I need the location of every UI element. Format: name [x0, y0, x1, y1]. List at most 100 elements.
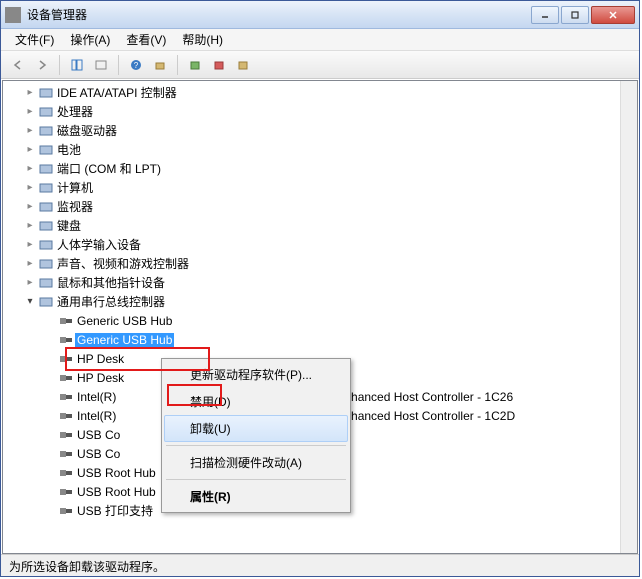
expander-icon[interactable]: [23, 295, 37, 309]
window-buttons: [529, 6, 635, 24]
device-icon: [39, 296, 53, 308]
uninstall-icon: [212, 58, 226, 72]
expander-icon[interactable]: [23, 143, 37, 157]
device-icon: [39, 125, 53, 137]
device-label: USB Root Hub: [75, 485, 158, 499]
help-button[interactable]: ?: [125, 54, 147, 76]
usb-icon: [59, 353, 73, 365]
device-icon-slot: [37, 161, 55, 177]
arrow-right-icon: [35, 58, 49, 72]
toolbar-separator: [177, 55, 178, 75]
disable-button[interactable]: [232, 54, 254, 76]
expander-icon[interactable]: [23, 124, 37, 138]
device-icon-slot: [37, 142, 55, 158]
device-icon: [39, 163, 53, 175]
device-icon: [39, 182, 53, 194]
device-category[interactable]: 磁盘驱动器: [3, 121, 637, 140]
device-label: 电池: [55, 141, 83, 158]
svg-text:?: ?: [134, 61, 139, 70]
device-category[interactable]: IDE ATA/ATAPI 控制器: [3, 83, 637, 102]
device-category[interactable]: 监视器: [3, 197, 637, 216]
usb-icon: [59, 334, 73, 346]
titlebar: 设备管理器: [1, 1, 639, 29]
context-uninstall[interactable]: 卸载(U): [164, 415, 348, 442]
expander-placeholder: [43, 485, 57, 499]
app-icon: [5, 7, 21, 23]
toolbar-separator: [118, 55, 119, 75]
device-icon-slot: [57, 503, 75, 519]
device-label: 端口 (COM 和 LPT): [55, 160, 163, 177]
device-icon: [39, 277, 53, 289]
device-icon-slot: [37, 256, 55, 272]
device-category[interactable]: 端口 (COM 和 LPT): [3, 159, 637, 178]
device-icon: [39, 220, 53, 232]
device-icon-slot: [37, 218, 55, 234]
menu-view[interactable]: 查看(V): [118, 29, 174, 50]
device-category[interactable]: 处理器: [3, 102, 637, 121]
device-icon-slot: [57, 370, 75, 386]
show-hide-tree-button[interactable]: [66, 54, 88, 76]
device-category[interactable]: 鼠标和其他指针设备: [3, 273, 637, 292]
statusbar: 为所选设备卸载该驱动程序。: [1, 554, 639, 576]
device-label: 处理器: [55, 103, 95, 120]
tree-icon: [70, 58, 84, 72]
uninstall-button[interactable]: [208, 54, 230, 76]
device-icon: [39, 87, 53, 99]
close-button[interactable]: [591, 6, 635, 24]
device-label: 键盘: [55, 217, 83, 234]
expander-icon[interactable]: [23, 219, 37, 233]
context-separator: [166, 445, 346, 446]
back-button[interactable]: [7, 54, 29, 76]
context-disable[interactable]: 禁用(D): [164, 388, 348, 415]
device-icon-slot: [37, 199, 55, 215]
vertical-scrollbar[interactable]: [620, 81, 637, 553]
menu-file[interactable]: 文件(F): [7, 29, 62, 50]
context-menu: 更新驱动程序软件(P)... 禁用(D) 卸载(U) 扫描检测硬件改动(A) 属…: [161, 358, 351, 513]
usb-icon: [59, 391, 73, 403]
device-label: USB Root Hub: [75, 466, 158, 480]
expander-icon[interactable]: [23, 86, 37, 100]
update-icon: [188, 58, 202, 72]
properties-toolbar-button[interactable]: [90, 54, 112, 76]
expander-placeholder: [43, 447, 57, 461]
device-node[interactable]: Generic USB Hub: [3, 311, 637, 330]
expander-placeholder: [43, 371, 57, 385]
context-properties[interactable]: 属性(R): [164, 483, 348, 510]
expander-placeholder: [43, 352, 57, 366]
expander-placeholder: [43, 504, 57, 518]
device-category[interactable]: 通用串行总线控制器: [3, 292, 637, 311]
context-scan-hardware[interactable]: 扫描检测硬件改动(A): [164, 449, 348, 476]
device-icon: [39, 258, 53, 270]
expander-icon[interactable]: [23, 181, 37, 195]
device-category[interactable]: 人体学输入设备: [3, 235, 637, 254]
device-label: 监视器: [55, 198, 95, 215]
usb-icon: [59, 372, 73, 384]
context-update-driver[interactable]: 更新驱动程序软件(P)...: [164, 361, 348, 388]
device-label: 声音、视频和游戏控制器: [55, 255, 191, 272]
minimize-icon: [540, 10, 550, 20]
expander-icon[interactable]: [23, 200, 37, 214]
menu-action[interactable]: 操作(A): [62, 29, 118, 50]
expander-icon[interactable]: [23, 276, 37, 290]
expander-placeholder: [43, 314, 57, 328]
menu-help[interactable]: 帮助(H): [174, 29, 231, 50]
context-separator: [166, 479, 346, 480]
minimize-button[interactable]: [531, 6, 559, 24]
device-category[interactable]: 声音、视频和游戏控制器: [3, 254, 637, 273]
expander-icon[interactable]: [23, 105, 37, 119]
update-button[interactable]: [184, 54, 206, 76]
expander-icon[interactable]: [23, 238, 37, 252]
expander-icon[interactable]: [23, 162, 37, 176]
forward-button[interactable]: [31, 54, 53, 76]
device-icon-slot: [57, 484, 75, 500]
expander-icon[interactable]: [23, 257, 37, 271]
device-category[interactable]: 键盘: [3, 216, 637, 235]
maximize-button[interactable]: [561, 6, 589, 24]
device-label: 人体学输入设备: [55, 236, 143, 253]
device-node[interactable]: Generic USB Hub: [3, 330, 637, 349]
usb-icon: [59, 410, 73, 422]
device-category[interactable]: 计算机: [3, 178, 637, 197]
scan-button[interactable]: [149, 54, 171, 76]
device-category[interactable]: 电池: [3, 140, 637, 159]
usb-icon: [59, 429, 73, 441]
